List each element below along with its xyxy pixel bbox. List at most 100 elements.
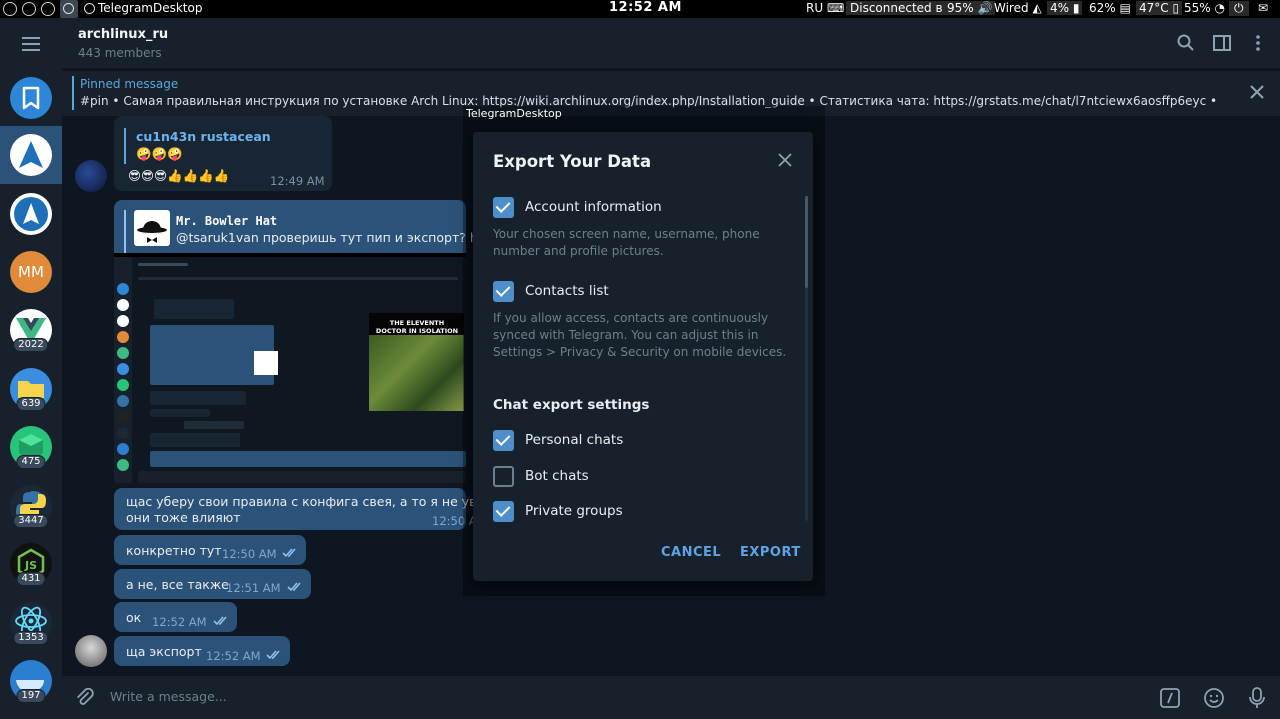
personal-chats-checkbox[interactable] bbox=[493, 430, 514, 451]
unread-badge: 475 bbox=[16, 455, 46, 469]
message-composer[interactable]: Write a message... bbox=[62, 676, 1280, 719]
reply-author[interactable]: Mr. Bowler Hat bbox=[176, 214, 277, 228]
react-avatar[interactable]: 1353 bbox=[10, 602, 52, 645]
more-options-icon[interactable] bbox=[1249, 34, 1267, 52]
nodejs-avatar[interactable]: JS 431 bbox=[10, 543, 52, 586]
message-bubble[interactable]: а не, все также 12:51 AM bbox=[114, 569, 311, 599]
members-count: 443 members bbox=[78, 46, 162, 60]
personal-chats-label[interactable]: Personal chats bbox=[525, 432, 623, 448]
private-groups-label[interactable]: Private groups bbox=[525, 503, 623, 519]
screenshot-sidebar bbox=[114, 257, 132, 483]
close-icon[interactable] bbox=[778, 153, 792, 167]
memory-icon: ▤ bbox=[1119, 1, 1131, 15]
python-avatar[interactable]: 3447 bbox=[10, 485, 52, 528]
arch-group-avatar[interactable] bbox=[10, 193, 52, 235]
reply-accent bbox=[124, 210, 126, 254]
export-data-dialog: Export Your Data Account information You… bbox=[473, 132, 813, 581]
folder-avatar[interactable]: 639 bbox=[10, 368, 52, 411]
screenshot-image[interactable]: THE ELEVENTH DOCTOR IN ISOLATION bbox=[114, 253, 466, 486]
close-icon[interactable] bbox=[1250, 85, 1264, 99]
unread-badge: 1353 bbox=[13, 631, 49, 645]
keyboard-layout[interactable]: RU ⌨ bbox=[806, 1, 844, 15]
unread-badge: 639 bbox=[16, 397, 46, 411]
screenshot-avatar bbox=[117, 315, 129, 327]
attach-icon[interactable] bbox=[74, 687, 94, 707]
chat-export-section-title: Chat export settings bbox=[493, 397, 650, 413]
message-text: 😎😎😎👍👍👍👍 bbox=[128, 168, 230, 183]
user-avatar[interactable] bbox=[75, 635, 107, 667]
screenshot-avatar bbox=[117, 299, 129, 311]
message-bubble[interactable]: конкретно тут 12:50 AM bbox=[114, 535, 306, 565]
screenshot-avatar bbox=[117, 347, 129, 359]
bowler-hat-icon bbox=[137, 221, 167, 243]
memory-status[interactable]: 62% ▤ bbox=[1089, 1, 1131, 15]
screenshot-avatar bbox=[117, 379, 129, 391]
clock[interactable]: 12:52 AM bbox=[609, 0, 682, 15]
microphone-icon[interactable] bbox=[1246, 686, 1268, 710]
screenshot-line bbox=[150, 409, 210, 417]
arch-logo-icon bbox=[14, 197, 48, 231]
network-status[interactable]: Disconnected ʙ bbox=[846, 1, 947, 15]
screenshot-avatar bbox=[117, 411, 129, 423]
sidebar-toggle-icon[interactable] bbox=[1213, 34, 1231, 52]
contacts-list-checkbox[interactable] bbox=[493, 281, 514, 302]
saved-messages-avatar[interactable] bbox=[10, 77, 52, 119]
message-time: 12:50 AM bbox=[222, 547, 277, 561]
screenshot-line bbox=[184, 421, 244, 429]
cpu-status[interactable]: 55% ◔ bbox=[1184, 1, 1225, 15]
window-minimize-button[interactable] bbox=[22, 2, 36, 16]
chat-title[interactable]: archlinux_ru bbox=[78, 27, 168, 42]
bot-commands-icon[interactable] bbox=[1159, 687, 1181, 709]
message-input[interactable]: Write a message... bbox=[110, 689, 227, 704]
unread-badge: 197 bbox=[16, 689, 46, 703]
message-bubble[interactable]: Mr. Bowler Hat @tsaruk1van проверишь тут… bbox=[114, 200, 510, 486]
temperature-status[interactable]: 47°C ▯ bbox=[1136, 1, 1183, 15]
account-info-label[interactable]: Account information bbox=[525, 199, 662, 215]
message-bubble[interactable]: щас уберу свои правила с конфига свея, а… bbox=[114, 488, 521, 530]
message-bubble[interactable]: ок 12:52 AM bbox=[114, 602, 237, 632]
bot-chats-checkbox[interactable] bbox=[493, 466, 514, 487]
screenshot-line bbox=[150, 391, 246, 405]
menu-icon[interactable] bbox=[22, 37, 40, 51]
export-button[interactable]: EXPORT bbox=[740, 545, 801, 560]
window-close-button[interactable] bbox=[3, 2, 17, 16]
power-icon[interactable]: ⏻ bbox=[1229, 1, 1249, 16]
notification-icon[interactable]: ✉ bbox=[1258, 1, 1268, 15]
bluetooth-icon: ʙ bbox=[935, 1, 943, 15]
search-icon[interactable] bbox=[1177, 34, 1195, 52]
contacts-list-description: If you allow access, contacts are contin… bbox=[493, 311, 787, 359]
user-avatar[interactable] bbox=[75, 160, 107, 192]
archlinux-ru-avatar[interactable] bbox=[10, 134, 52, 176]
screenshot-line bbox=[138, 263, 188, 266]
message-time: 12:51 AM bbox=[226, 581, 281, 595]
system-top-bar: TelegramDesktop 12:52 AM RU ⌨ Disconnect… bbox=[0, 0, 1280, 18]
docker-avatar[interactable]: 197 bbox=[10, 660, 52, 703]
speaker-icon: 🔊 bbox=[977, 1, 993, 15]
disk-status[interactable]: 4% ▮ bbox=[1047, 1, 1083, 15]
chat-header[interactable]: archlinux_ru 443 members bbox=[62, 18, 1280, 68]
volume-status[interactable]: 95% 🔊 bbox=[944, 1, 996, 15]
message-author[interactable]: cu1n43n rustacean bbox=[136, 129, 271, 144]
account-info-checkbox[interactable] bbox=[493, 197, 514, 218]
message-bubble[interactable]: cu1n43n rustacean 🤪🤪🤪 😎😎😎👍👍👍👍 12:49 AM bbox=[114, 116, 332, 191]
contacts-list-label[interactable]: Contacts list bbox=[525, 283, 609, 299]
mm-avatar[interactable]: MM bbox=[10, 251, 52, 293]
wired-status[interactable]: Wired ◭ bbox=[994, 1, 1042, 15]
scrollbar-thumb[interactable] bbox=[805, 196, 808, 288]
window-maximize-button[interactable] bbox=[41, 2, 55, 16]
emoji-icon[interactable] bbox=[1203, 687, 1225, 709]
read-checkmarks-icon bbox=[287, 582, 301, 592]
private-groups-checkbox[interactable] bbox=[493, 501, 514, 522]
unread-badge: 2022 bbox=[13, 338, 49, 352]
message-text: @tsaruk1van проверишь тут пип и экспорт?… bbox=[176, 230, 511, 245]
vue-avatar[interactable]: 2022 bbox=[10, 309, 52, 352]
green-cube-avatar[interactable]: 475 bbox=[10, 426, 52, 469]
cancel-button[interactable]: CANCEL bbox=[661, 545, 721, 560]
cpu-icon: ◔ bbox=[1214, 1, 1225, 15]
unread-badge: 431 bbox=[16, 572, 46, 586]
app-icon[interactable] bbox=[60, 0, 78, 18]
message-text: а не, все также bbox=[126, 577, 229, 592]
screenshot-avatar bbox=[117, 443, 129, 455]
bot-chats-label[interactable]: Bot chats bbox=[525, 468, 589, 484]
message-bubble[interactable]: ща экспорт 12:52 AM bbox=[114, 636, 290, 666]
